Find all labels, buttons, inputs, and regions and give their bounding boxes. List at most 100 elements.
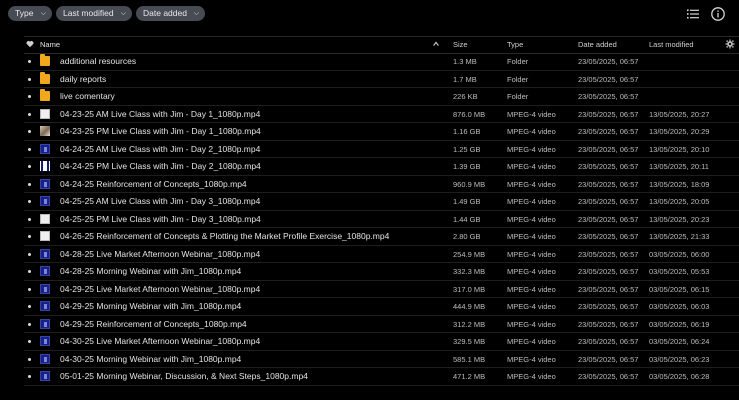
file-name: additional resources xyxy=(60,56,137,66)
file-type: MPEG-4 video xyxy=(507,302,556,311)
column-header-name[interactable]: Name xyxy=(40,40,60,49)
column-header-row: Name Size Type Date added Last modified xyxy=(0,36,739,53)
file-last-modified: 13/05/2025, 20:11 xyxy=(649,162,709,171)
table-row[interactable]: 04-30-25 Morning Webinar with Jim_1080p.… xyxy=(0,351,739,368)
video-thumbnail-icon xyxy=(40,336,50,346)
file-size: 1.16 GB xyxy=(453,127,481,136)
folder-icon xyxy=(40,71,50,84)
file-date-added: 23/05/2025, 06:57 xyxy=(578,319,639,329)
column-header-size[interactable]: Size xyxy=(453,40,468,49)
file-last-modified: 03/05/2025, 06:03 xyxy=(649,302,710,311)
file-name: 04-24-25 Reinforcement of Concepts_1080p… xyxy=(60,178,247,189)
video-thumbnail-icon xyxy=(40,283,50,294)
table-row[interactable]: 04-28-25 Morning Webinar with Jim_1080p.… xyxy=(0,263,739,281)
table-row[interactable]: 04-29-25 Live Market Afternoon Webinar_1… xyxy=(0,281,739,298)
table-row[interactable]: 04-23-25 AM Live Class with Jim - Day 1_… xyxy=(0,106,739,123)
row-bullet xyxy=(28,77,31,81)
file-date-added: 23/05/2025, 06:57 xyxy=(578,57,639,66)
file-last-modified: 13/05/2025, 20:29 xyxy=(649,127,710,136)
file-date-added: 23/05/2025, 06:57 xyxy=(578,267,639,276)
file-last-modified: 13/05/2025, 18:09 xyxy=(649,179,710,189)
filter-chip-label: Last modified xyxy=(63,8,114,18)
info-icon[interactable] xyxy=(710,6,726,22)
file-date-added: 23/05/2025, 06:57 xyxy=(578,284,639,294)
table-row[interactable]: 04-29-25 Reinforcement of Concepts_1080p… xyxy=(0,316,739,333)
row-bullet xyxy=(28,95,31,98)
file-size: 471.2 MB xyxy=(453,372,486,381)
table-row[interactable]: 04-23-25 PM Live Class with Jim - Day 1_… xyxy=(0,123,739,141)
video-thumbnail-icon xyxy=(40,143,50,154)
table-row[interactable]: 04-24-25 Reinforcement of Concepts_1080p… xyxy=(0,176,739,193)
heart-icon[interactable] xyxy=(26,40,34,48)
file-last-modified: 13/05/2025, 20:10 xyxy=(649,144,710,154)
list-view-icon[interactable] xyxy=(685,6,701,22)
file-date-added: 23/05/2025, 06:57 xyxy=(578,197,639,206)
file-date-added: 23/05/2025, 06:57 xyxy=(578,354,639,364)
file-type: MPEG-4 video xyxy=(507,232,556,241)
row-bullet xyxy=(28,357,31,361)
filter-chip-date-added[interactable]: Date added ⌵ xyxy=(136,6,205,21)
table-row[interactable]: 04-26-25 Reinforcement of Concepts & Plo… xyxy=(0,228,739,246)
file-size: 876.0 MB xyxy=(453,109,486,119)
file-size: 254.9 MB xyxy=(453,249,486,259)
file-type: Folder xyxy=(507,74,529,84)
table-row[interactable]: 04-25-25 PM Live Class with Jim - Day 3_… xyxy=(0,211,739,228)
video-thumbnail-icon xyxy=(40,266,50,276)
file-type: MPEG-4 video xyxy=(507,109,556,119)
file-name: 04-24-25 AM Live Class with Jim - Day 2_… xyxy=(60,143,261,154)
row-bullet xyxy=(28,130,31,133)
row-bullet xyxy=(28,217,31,221)
column-header-last-modified[interactable]: Last modified xyxy=(649,40,694,49)
file-last-modified: 03/05/2025, 06:00 xyxy=(649,249,710,259)
video-thumbnail-icon xyxy=(40,353,50,364)
chevron-down-icon: ⌵ xyxy=(40,10,46,17)
file-date-added: 23/05/2025, 06:57 xyxy=(578,372,639,381)
file-size: 2.80 GB xyxy=(453,232,481,241)
file-name: 04-30-25 Live Market Afternoon Webinar_1… xyxy=(60,336,261,346)
file-last-modified: 13/05/2025, 20:27 xyxy=(649,109,710,119)
table-row[interactable]: 04-30-25 Live Market Afternoon Webinar_1… xyxy=(0,333,739,351)
file-type: MPEG-4 video xyxy=(507,197,556,206)
file-type: MPEG-4 video xyxy=(507,144,556,154)
video-thumbnail-icon xyxy=(40,231,50,241)
column-header-type[interactable]: Type xyxy=(507,40,523,49)
file-date-added: 23/05/2025, 06:57 xyxy=(578,74,639,84)
file-last-modified: 03/05/2025, 05:53 xyxy=(649,267,710,276)
file-date-added: 23/05/2025, 06:57 xyxy=(578,232,639,241)
table-row[interactable]: 04-24-25 PM Live Class with Jim - Day 2_… xyxy=(0,158,739,176)
video-thumbnail-icon xyxy=(40,213,50,224)
row-bullet xyxy=(28,287,31,291)
filter-chip-type[interactable]: Type ⌵ xyxy=(8,6,52,21)
file-name: 04-25-25 PM Live Class with Jim - Day 3_… xyxy=(60,213,261,224)
table-row[interactable]: 04-24-25 AM Live Class with Jim - Day 2_… xyxy=(0,141,739,158)
video-thumbnail-icon xyxy=(40,318,50,329)
file-type: MPEG-4 video xyxy=(507,127,556,136)
settings-gear-icon[interactable] xyxy=(725,39,735,49)
file-type: Folder xyxy=(507,57,529,66)
video-thumbnail-icon xyxy=(40,178,50,189)
file-date-added: 23/05/2025, 06:57 xyxy=(578,337,639,346)
file-last-modified: 03/05/2025, 06:28 xyxy=(649,372,710,381)
table-row[interactable]: live comentary 226 KB Folder 23/05/2025, 06… xyxy=(0,88,739,106)
folder-icon xyxy=(40,89,50,101)
table-row[interactable]: additional resources 1.3 MB Folder 23/05/20… xyxy=(0,53,739,71)
table-row[interactable]: 04-25-25 AM Live Class with Jim - Day 3_… xyxy=(0,193,739,211)
row-bullet xyxy=(28,235,31,238)
table-row[interactable]: 04-29-25 Morning Webinar with Jim_1080p.… xyxy=(0,298,739,316)
column-header-date-added[interactable]: Date added xyxy=(578,40,617,49)
file-name: 04-28-25 Live Market Afternoon Webinar_1… xyxy=(60,248,261,259)
filter-chip-last-modified[interactable]: Last modified ⌵ xyxy=(56,6,132,21)
table-row[interactable]: daily reports 1.7 MB Folder 23/05/2025, 06:… xyxy=(0,71,739,88)
table-row[interactable]: 04-28-25 Live Market Afternoon Webinar_1… xyxy=(0,246,739,263)
row-bullet xyxy=(28,200,31,203)
file-size: 585.1 MB xyxy=(453,354,486,364)
file-type: MPEG-4 video xyxy=(507,249,556,259)
folder-icon xyxy=(40,54,50,66)
file-size: 1.7 MB xyxy=(453,74,477,84)
file-last-modified: 03/05/2025, 06:15 xyxy=(649,284,710,294)
table-row[interactable]: 05-01-25 Morning Webinar, Discussion, & … xyxy=(0,368,739,386)
file-type: MPEG-4 video xyxy=(507,179,556,189)
sort-ascending-icon[interactable] xyxy=(432,40,440,48)
file-name: 04-23-25 AM Live Class with Jim - Day 1_… xyxy=(60,108,261,119)
filter-chip-label: Type xyxy=(15,8,34,18)
